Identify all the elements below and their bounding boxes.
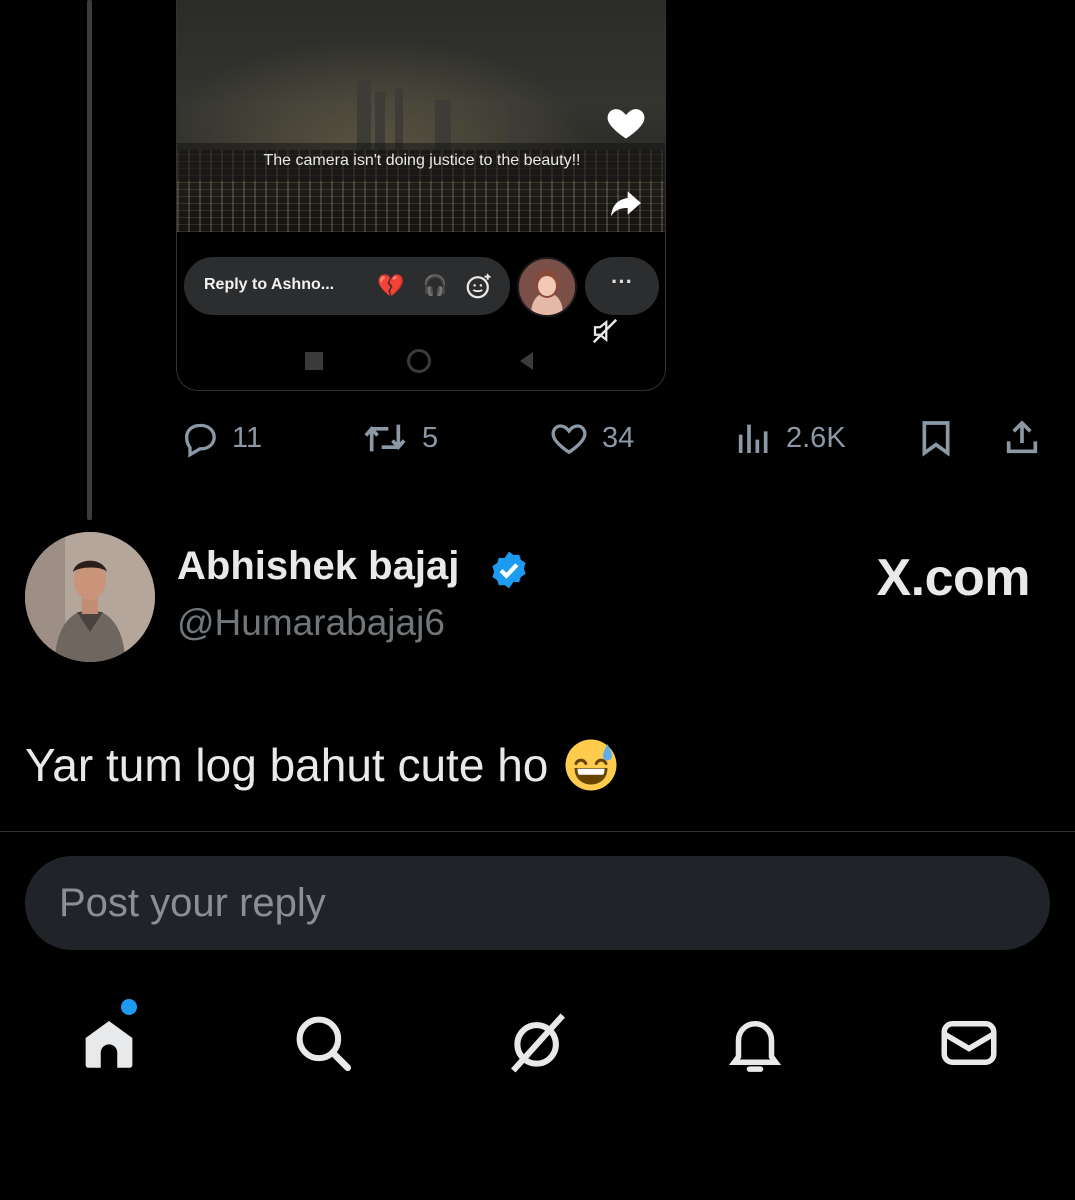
broken-heart-reaction[interactable]: 💔 bbox=[376, 271, 406, 301]
share-upload-icon bbox=[1006, 420, 1038, 454]
muted-speaker-icon[interactable] bbox=[590, 316, 620, 346]
grinning-sweat-emoji-icon bbox=[565, 739, 617, 791]
bookmark-action[interactable] bbox=[914, 418, 958, 458]
messages-icon[interactable] bbox=[936, 1010, 1002, 1076]
share-action[interactable] bbox=[999, 418, 1045, 458]
bookmark-icon bbox=[922, 421, 950, 457]
home-notification-dot bbox=[118, 996, 140, 1018]
search-icon[interactable] bbox=[290, 1010, 356, 1076]
heart-outline-icon bbox=[551, 424, 587, 455]
heart-icon bbox=[607, 109, 645, 139]
verified-badge-icon bbox=[492, 551, 526, 589]
android-home-icon bbox=[407, 349, 431, 373]
thread-connector-line bbox=[87, 0, 92, 520]
x-com-watermark: X.com bbox=[876, 549, 1030, 607]
more-options-button[interactable]: ··· bbox=[585, 257, 659, 315]
reply-action[interactable]: 11 bbox=[178, 418, 262, 458]
reply-count: 11 bbox=[232, 421, 263, 454]
tweet-text: Yar tum log bahut cute ho bbox=[25, 739, 549, 791]
views-chart-icon bbox=[738, 424, 768, 453]
grok-icon[interactable] bbox=[505, 1010, 571, 1076]
headphones-reaction[interactable]: 🎧 bbox=[420, 271, 450, 301]
repost-action[interactable]: 5 bbox=[358, 418, 438, 458]
repost-icon bbox=[364, 424, 406, 452]
android-back-icon bbox=[520, 352, 533, 370]
like-action[interactable]: 34 bbox=[546, 418, 634, 458]
post-reply-input[interactable]: Post your reply bbox=[25, 856, 1050, 950]
user-avatar[interactable] bbox=[25, 532, 155, 662]
views-action[interactable]: 2.6K bbox=[732, 418, 846, 458]
home-icon[interactable] bbox=[76, 1010, 142, 1076]
reply-placeholder: Post your reply bbox=[59, 881, 326, 925]
story-user-avatar[interactable] bbox=[517, 257, 577, 317]
display-name[interactable]: Abhishek bajaj bbox=[177, 544, 459, 589]
like-count: 34 bbox=[602, 421, 635, 454]
view-count: 2.6K bbox=[786, 421, 846, 454]
reply-bubble-icon bbox=[184, 423, 216, 458]
story-reply-placeholder: Reply to Ashno... bbox=[204, 276, 335, 293]
divider bbox=[0, 831, 1075, 832]
share-arrow-icon bbox=[611, 191, 641, 217]
notifications-icon[interactable] bbox=[722, 1010, 788, 1076]
media-attachment[interactable]: The camera isn't doing justice to the be… bbox=[176, 0, 666, 391]
story-caption: The camera isn't doing justice to the be… bbox=[263, 152, 581, 169]
repost-count: 5 bbox=[422, 421, 439, 454]
user-handle[interactable]: @Humarabajaj6 bbox=[177, 602, 445, 644]
android-recents-icon bbox=[305, 352, 323, 370]
tweet-body: Yar tum log bahut cute ho bbox=[25, 738, 618, 792]
add-reaction-icon[interactable] bbox=[464, 271, 494, 301]
story-reply-field[interactable]: Reply to Ashno... 💔 🎧 bbox=[184, 257, 510, 315]
